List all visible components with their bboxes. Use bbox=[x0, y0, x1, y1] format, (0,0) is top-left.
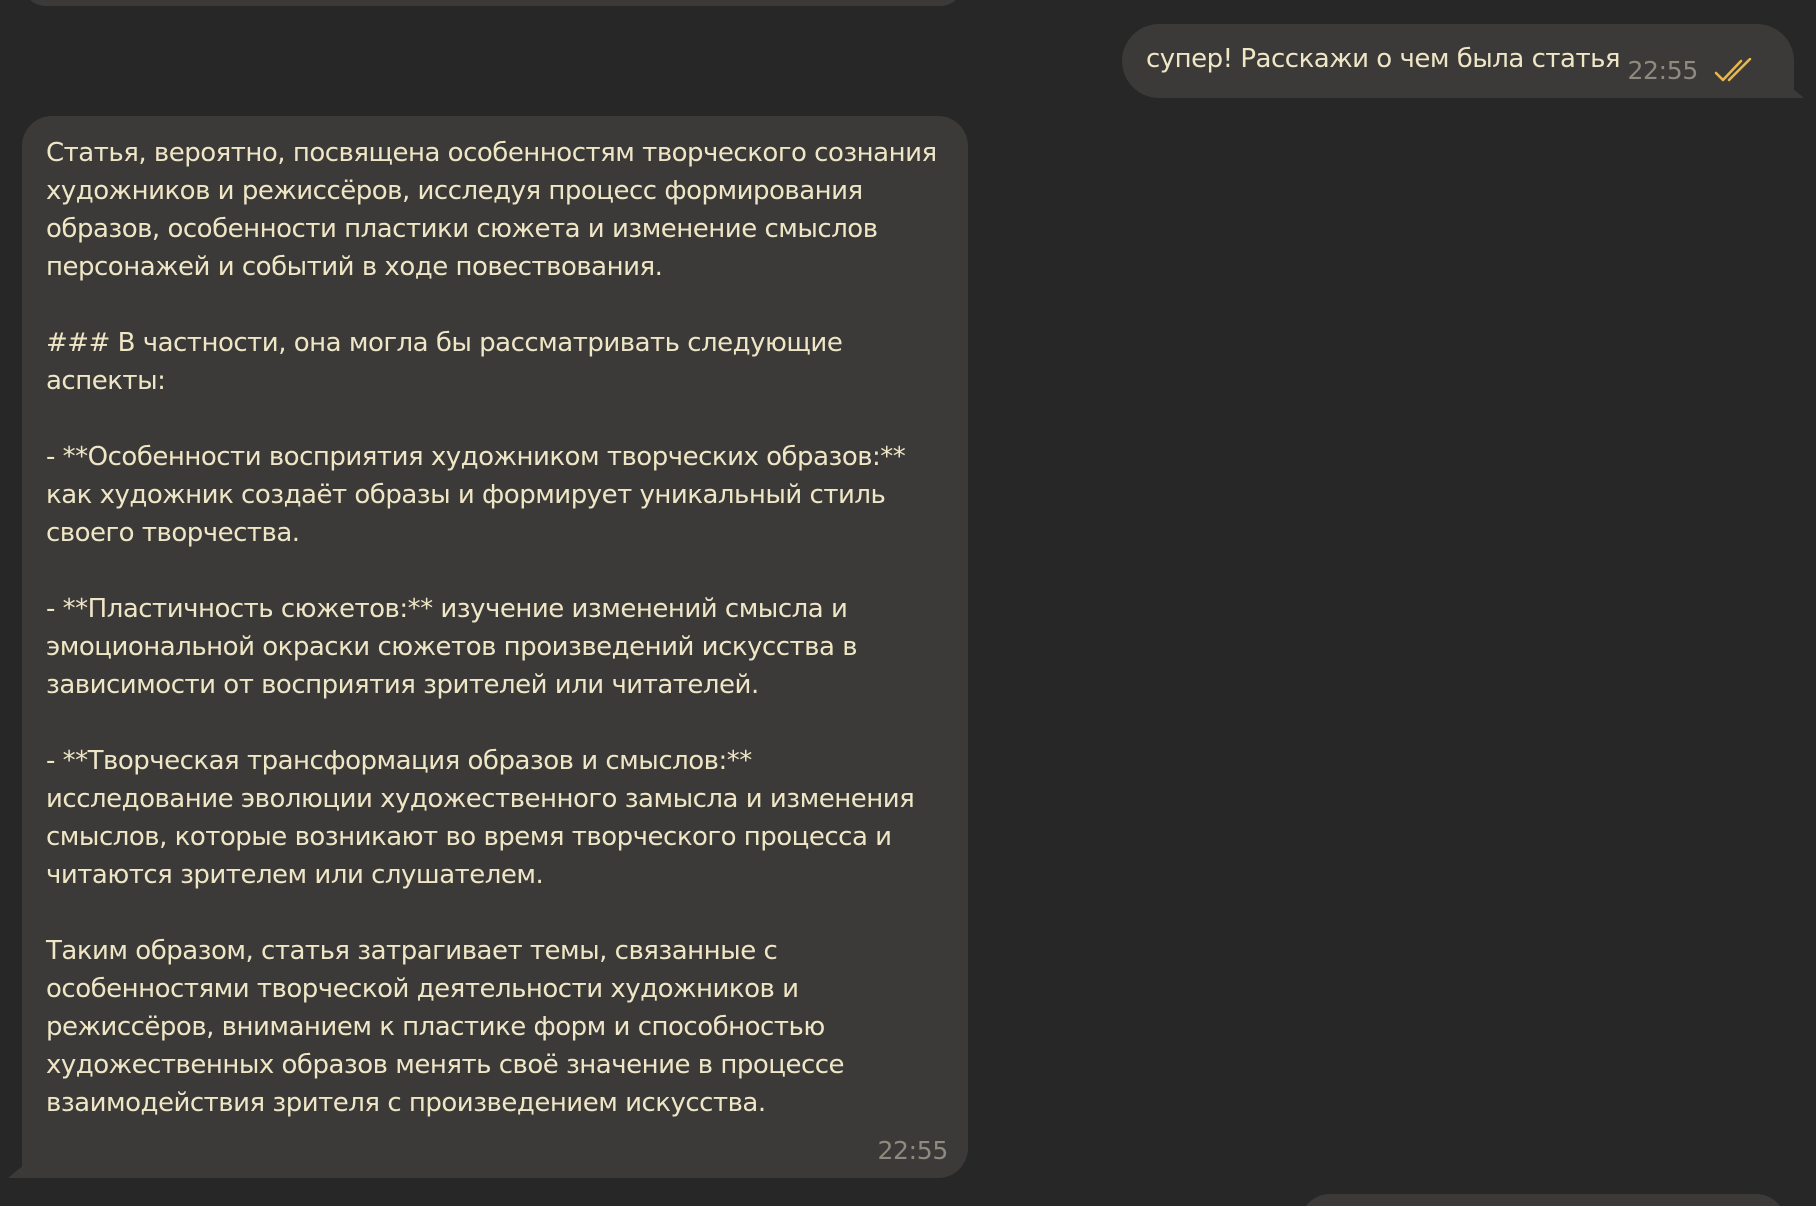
incoming-message-time: 22:55 bbox=[877, 1136, 948, 1165]
message-paragraph: Статья, вероятно, посвящена особенностям… bbox=[46, 138, 937, 282]
chat-history[interactable]: супер! Расскажи о чем была статья 22:55 … bbox=[0, 0, 1816, 1206]
message-paragraph: Таким образом, статья затрагивает темы, … bbox=[46, 936, 845, 1118]
outgoing-message-time: 22:55 bbox=[1627, 56, 1698, 85]
message-paragraph: - **Пластичность сюжетов:** изучение изм… bbox=[46, 594, 858, 700]
next-message-bubble[interactable] bbox=[1300, 1194, 1786, 1206]
incoming-message-bubble[interactable]: Статья, вероятно, посвящена особенностям… bbox=[22, 116, 968, 1178]
outgoing-message-bubble[interactable]: супер! Расскажи о чем была статья 22:55 bbox=[1122, 24, 1794, 98]
incoming-message-text: Статья, вероятно, посвящена особенностям… bbox=[46, 134, 946, 1122]
message-paragraph: ### В частности, она могла бы рассматрив… bbox=[46, 328, 843, 396]
outgoing-message-text: супер! Расскажи о чем была статья bbox=[1146, 44, 1621, 74]
incoming-bubble-tail bbox=[8, 1160, 32, 1178]
double-check-icon bbox=[1714, 57, 1758, 84]
message-paragraph: - **Творческая трансформация образов и с… bbox=[46, 746, 915, 890]
message-paragraph: - **Особенности восприятия художником тв… bbox=[46, 442, 906, 548]
previous-message-bubble[interactable] bbox=[22, 0, 964, 6]
